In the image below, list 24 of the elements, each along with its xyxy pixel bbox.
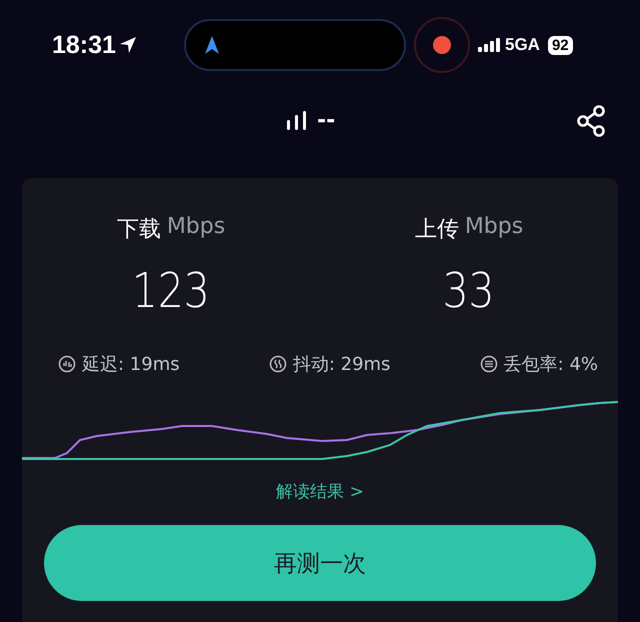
metric-text: 抖动: 29ms [292,353,390,376]
retest-button[interactable]: 再测一次 [44,525,596,601]
speed-unit: Mbps [464,214,524,241]
metric-text: 延迟: 19ms [82,353,180,376]
latency-icon [58,355,76,373]
speed-label: 上传 [414,216,459,244]
jitter-icon [268,355,287,373]
speed-value: 33 [443,263,495,319]
cellular-signal-icon [478,38,500,52]
packet-loss-icon [480,355,498,373]
clock-time: 18:31 [52,30,116,60]
speed-unit: Mbps [166,214,226,241]
recording-indicator [414,17,470,73]
signal-bars-icon [287,111,307,131]
speed-value: 123 [132,263,210,319]
battery-level: 92 [548,36,573,54]
network-type: 5GA [505,35,540,55]
share-icon[interactable] [576,105,606,137]
location-arrow-icon [118,36,137,54]
interpret-results-link[interactable]: 解读结果 > [276,480,364,503]
metric-text: 丢包率: 4% [504,353,598,376]
signal-status-text: -- [317,111,336,131]
navigation-arrow-icon [204,35,220,55]
speed-label: 下载 [116,216,161,244]
